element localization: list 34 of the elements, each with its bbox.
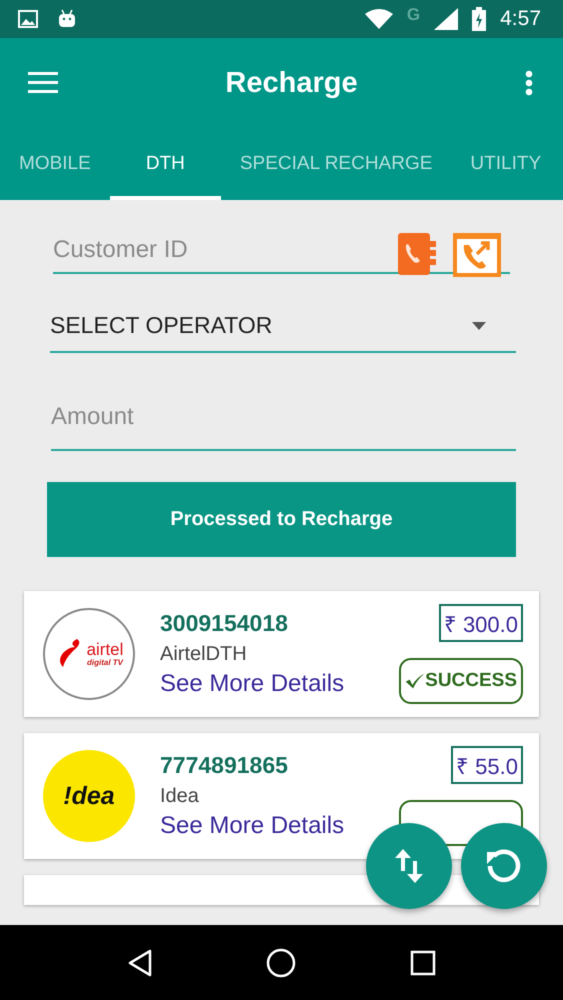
customer-number: 7774891865	[160, 752, 288, 779]
network-type: G	[406, 5, 420, 25]
recent-apps-icon[interactable]	[410, 950, 436, 976]
up-down-arrows-icon	[394, 847, 424, 885]
details-link[interactable]: See More Details	[160, 812, 344, 840]
image-icon	[18, 10, 38, 28]
clock: 4:57	[500, 7, 541, 31]
recharge-button[interactable]: Processed to Recharge	[47, 482, 516, 557]
amount-badge: ₹ 300.0	[438, 604, 523, 642]
recharge-card[interactable]: !dea 7774891865 Idea See More Details ₹ 55.0	[24, 733, 539, 859]
screen-title: Recharge	[225, 66, 358, 100]
tab[interactable]: DTH	[110, 128, 221, 200]
wifi-icon	[364, 9, 393, 29]
customer-number: 3009154018	[160, 610, 288, 637]
android-icon	[57, 9, 77, 29]
amount-badge: ₹ 55.0	[451, 746, 523, 784]
recharge-card[interactable]: airtel digital TV 3009154018 AirtelDTH See More Details ₹ 300.0 SUCCESS	[24, 591, 539, 717]
logo-text: airtel	[86, 641, 124, 658]
operator-dropdown[interactable]: SELECT OPERATOR	[50, 304, 516, 353]
home-icon[interactable]	[266, 948, 296, 978]
amount-field[interactable]: Amount	[51, 393, 516, 451]
battery-icon	[472, 7, 486, 31]
logo-subtext: digital TV	[86, 658, 123, 667]
call-calendar-icon[interactable]	[452, 230, 502, 278]
status-badge: SUCCESS	[399, 658, 523, 704]
back-icon[interactable]	[126, 948, 153, 976]
menu-icon[interactable]	[28, 72, 58, 94]
details-link[interactable]: See More Details	[160, 670, 344, 698]
signal-icon	[434, 8, 458, 30]
more-options-icon[interactable]	[524, 70, 533, 96]
dropdown-caret-icon	[472, 322, 486, 330]
logo-text: !dea	[63, 782, 115, 810]
operator-name: AirtelDTH	[160, 643, 247, 666]
operator-name: Idea	[160, 785, 199, 808]
